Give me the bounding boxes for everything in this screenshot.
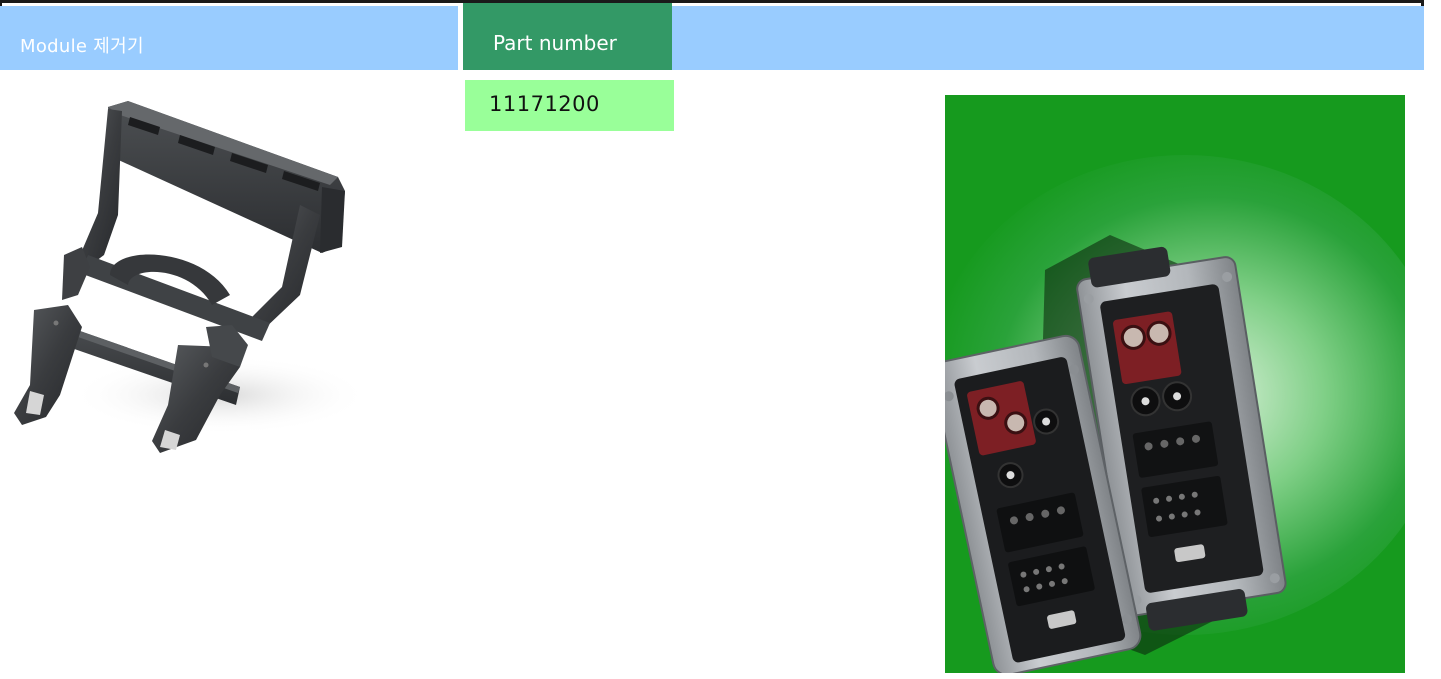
part-number-value: 11171200 bbox=[489, 92, 600, 116]
part-number-tab-label: Part number bbox=[493, 31, 617, 55]
top-border-line bbox=[0, 0, 1424, 3]
part-number-tab[interactable]: Part number bbox=[463, 3, 672, 70]
connector-photo bbox=[945, 95, 1405, 673]
module-title: Module 제거기 bbox=[20, 36, 144, 57]
page: Module 제거기 Part number 11171200 bbox=[0, 0, 1441, 679]
module-extractor-image bbox=[14, 101, 360, 453]
header-bar: Module 제거기 bbox=[0, 6, 1424, 70]
part-number-value-box: 11171200 bbox=[465, 80, 674, 131]
